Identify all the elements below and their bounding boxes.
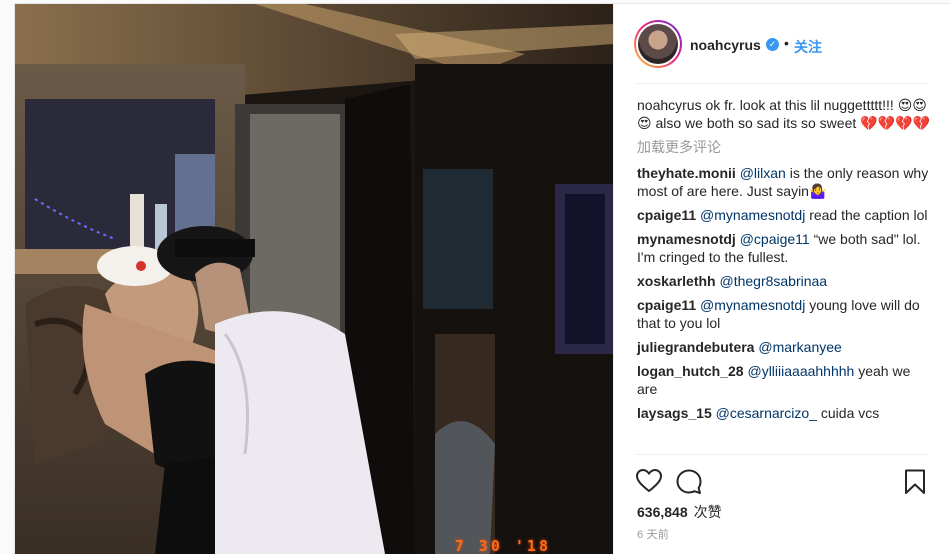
post-photo-art bbox=[15, 4, 613, 554]
comment-mention[interactable]: @ylliiiaaaahhhhh bbox=[747, 363, 854, 379]
comment: logan_hutch_28 @ylliiiaaaahhhhh yeah we … bbox=[637, 362, 933, 398]
comment: juliegrandebutera @markanyee bbox=[637, 338, 933, 356]
bookmark-icon[interactable] bbox=[904, 469, 926, 498]
post-timestamp[interactable]: 6 天前 bbox=[637, 526, 669, 542]
comment-mention[interactable]: @thegr8sabrinaa bbox=[719, 273, 827, 289]
comment: xoskarlethh @thegr8sabrinaa bbox=[637, 272, 933, 290]
comment-text: cuida vcs bbox=[817, 405, 880, 421]
post-sidebar: noahcyrus ✓ • 关注 noahcyrus ok fr. look a… bbox=[613, 4, 950, 554]
caption: noahcyrus ok fr. look at this lil nugget… bbox=[637, 96, 933, 132]
avatar-ring bbox=[636, 22, 680, 66]
comment: cpaige11 @mynamesnotdj young love will d… bbox=[637, 296, 933, 332]
separator-dot: • bbox=[784, 35, 789, 51]
author-username[interactable]: noahcyrus bbox=[690, 37, 761, 53]
verified-icon: ✓ bbox=[766, 38, 779, 51]
comment-username[interactable]: juliegrandebutera bbox=[637, 339, 754, 355]
comment: theyhate.monii @lilxan is the only reaso… bbox=[637, 164, 933, 200]
comments-list: noahcyrus ok fr. look at this lil nugget… bbox=[637, 96, 933, 428]
comment-mention[interactable]: @cpaige11 bbox=[740, 231, 810, 247]
heart-icon[interactable] bbox=[635, 468, 663, 496]
comment-username[interactable]: laysags_15 bbox=[637, 405, 712, 421]
caption-username[interactable]: noahcyrus bbox=[637, 97, 702, 113]
comment-username[interactable]: mynamesnotdj bbox=[637, 231, 736, 247]
follow-button[interactable]: 关注 bbox=[794, 37, 822, 57]
header-divider bbox=[636, 83, 928, 84]
likes-unit: 次赞 bbox=[693, 504, 722, 520]
load-more-comments-button[interactable]: 加载更多评论 bbox=[637, 138, 933, 156]
comment-mention[interactable]: @markanyee bbox=[758, 339, 841, 355]
comment: cpaige11 @mynamesnotdj read the caption … bbox=[637, 206, 933, 224]
comment-mention[interactable]: @mynamesnotdj bbox=[700, 207, 805, 223]
comment: laysags_15 @cesarnarcizo_ cuida vcs bbox=[637, 404, 933, 422]
avatar-image bbox=[638, 24, 678, 64]
avatar[interactable] bbox=[634, 20, 682, 68]
likes-number: 636,848 bbox=[637, 504, 688, 520]
comment-mention[interactable]: @cesarnarcizo_ bbox=[716, 405, 817, 421]
post-header: noahcyrus ✓ • 关注 bbox=[614, 4, 950, 84]
comment-username[interactable]: logan_hutch_28 bbox=[637, 363, 744, 379]
instagram-post: 7 30 '18 noahcyrus ✓ • 关注 noahcyrus ok f… bbox=[14, 3, 950, 554]
comment-text: read the caption lol bbox=[805, 207, 928, 223]
post-photo[interactable]: 7 30 '18 bbox=[15, 4, 613, 554]
comment: mynamesnotdj @cpaige11 “we both sad" lol… bbox=[637, 230, 933, 266]
comment-username[interactable]: theyhate.monii bbox=[637, 165, 736, 181]
comment-username[interactable]: cpaige11 bbox=[637, 207, 696, 223]
likes-count[interactable]: 636,848 次赞 bbox=[637, 502, 722, 522]
comment-icon[interactable] bbox=[676, 469, 702, 498]
comment-mention[interactable]: @mynamesnotdj bbox=[700, 297, 805, 313]
comment-mention[interactable]: @lilxan bbox=[740, 165, 786, 181]
actions-divider bbox=[636, 454, 927, 455]
photo-datestamp: 7 30 '18 bbox=[454, 537, 551, 554]
comment-username[interactable]: xoskarlethh bbox=[637, 273, 716, 289]
comment-username[interactable]: cpaige11 bbox=[637, 297, 696, 313]
